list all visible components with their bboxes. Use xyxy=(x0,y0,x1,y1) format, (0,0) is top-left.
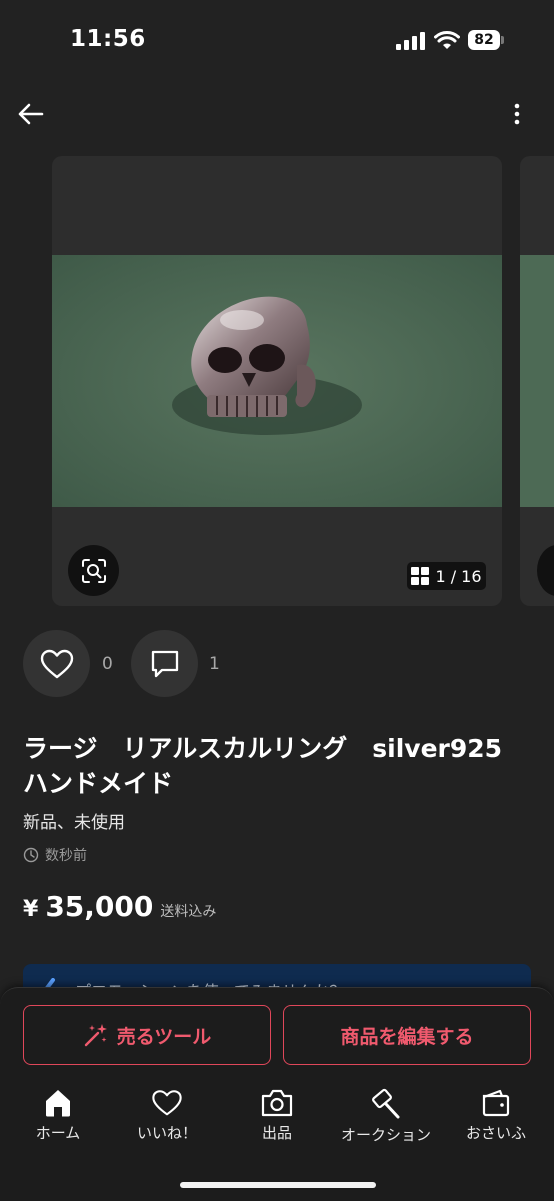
tab-listing[interactable]: 出品 xyxy=(227,1088,327,1143)
edit-item-button[interactable]: 商品を編集する xyxy=(283,1005,531,1065)
image-counter: 1 / 16 xyxy=(435,566,482,586)
posted-time: 数秒前 xyxy=(45,848,87,864)
battery-level: 82 xyxy=(468,30,500,50)
wifi-icon xyxy=(434,31,460,49)
scan-search-icon xyxy=(81,558,106,583)
comment-icon xyxy=(151,650,178,677)
camera-icon xyxy=(261,1089,293,1117)
next-image-card[interactable] xyxy=(520,156,554,606)
like-button[interactable] xyxy=(23,630,90,697)
magic-wand-icon xyxy=(84,1024,107,1047)
item-condition: 新品、未使用 xyxy=(23,813,125,833)
comment-button[interactable] xyxy=(131,630,198,697)
image-counter-button[interactable]: 1 / 16 xyxy=(407,562,486,590)
tab-auction[interactable]: オークション xyxy=(336,1088,436,1145)
home-indicator xyxy=(180,1182,376,1188)
cellular-signal-icon xyxy=(396,32,425,50)
wallet-icon xyxy=(482,1089,510,1117)
more-options-button[interactable] xyxy=(500,96,534,132)
product-photo xyxy=(52,255,502,507)
posted-time-row: 数秒前 xyxy=(23,845,87,865)
tab-listing-label: 出品 xyxy=(261,1124,292,1142)
back-button[interactable] xyxy=(12,96,48,132)
product-image-card[interactable] xyxy=(52,156,502,606)
heart-icon xyxy=(152,1090,182,1116)
price-currency: ¥ xyxy=(23,897,39,922)
battery-indicator: 82 xyxy=(468,30,504,52)
home-icon xyxy=(46,1090,70,1117)
item-title: ラージ リアルスカルリング silver925 ハンドメイド xyxy=(23,734,528,798)
arrow-left-icon xyxy=(18,103,44,125)
shipping-note: 送料込み xyxy=(160,904,217,920)
tab-likes[interactable]: いいね！ xyxy=(117,1088,217,1143)
more-vertical-icon xyxy=(514,103,520,125)
heart-icon xyxy=(40,649,73,678)
tab-home[interactable]: ホーム xyxy=(8,1088,108,1143)
tab-home-label: ホーム xyxy=(35,1124,81,1142)
comment-count: 1 xyxy=(209,654,220,674)
item-price: 35,000 xyxy=(45,890,154,923)
grid-icon xyxy=(411,567,430,585)
price-row: ¥ 35,000 送料込み xyxy=(23,890,216,923)
gavel-icon xyxy=(372,1088,400,1119)
tab-likes-label: いいね！ xyxy=(136,1124,197,1142)
tab-wallet[interactable]: おさいふ xyxy=(446,1088,546,1143)
like-count: 0 xyxy=(102,654,113,674)
edit-item-label: 商品を編集する xyxy=(340,1025,474,1048)
sell-tools-label: 売るツール xyxy=(116,1025,212,1048)
status-time: 11:56 xyxy=(70,26,146,52)
tab-wallet-label: おさいふ xyxy=(465,1124,526,1142)
next-product-photo xyxy=(520,255,554,507)
tab-auction-label: オークション xyxy=(340,1126,431,1144)
clock-icon xyxy=(23,847,39,863)
image-zoom-button[interactable] xyxy=(68,545,119,596)
sell-tools-button[interactable]: 売るツール xyxy=(23,1005,271,1065)
